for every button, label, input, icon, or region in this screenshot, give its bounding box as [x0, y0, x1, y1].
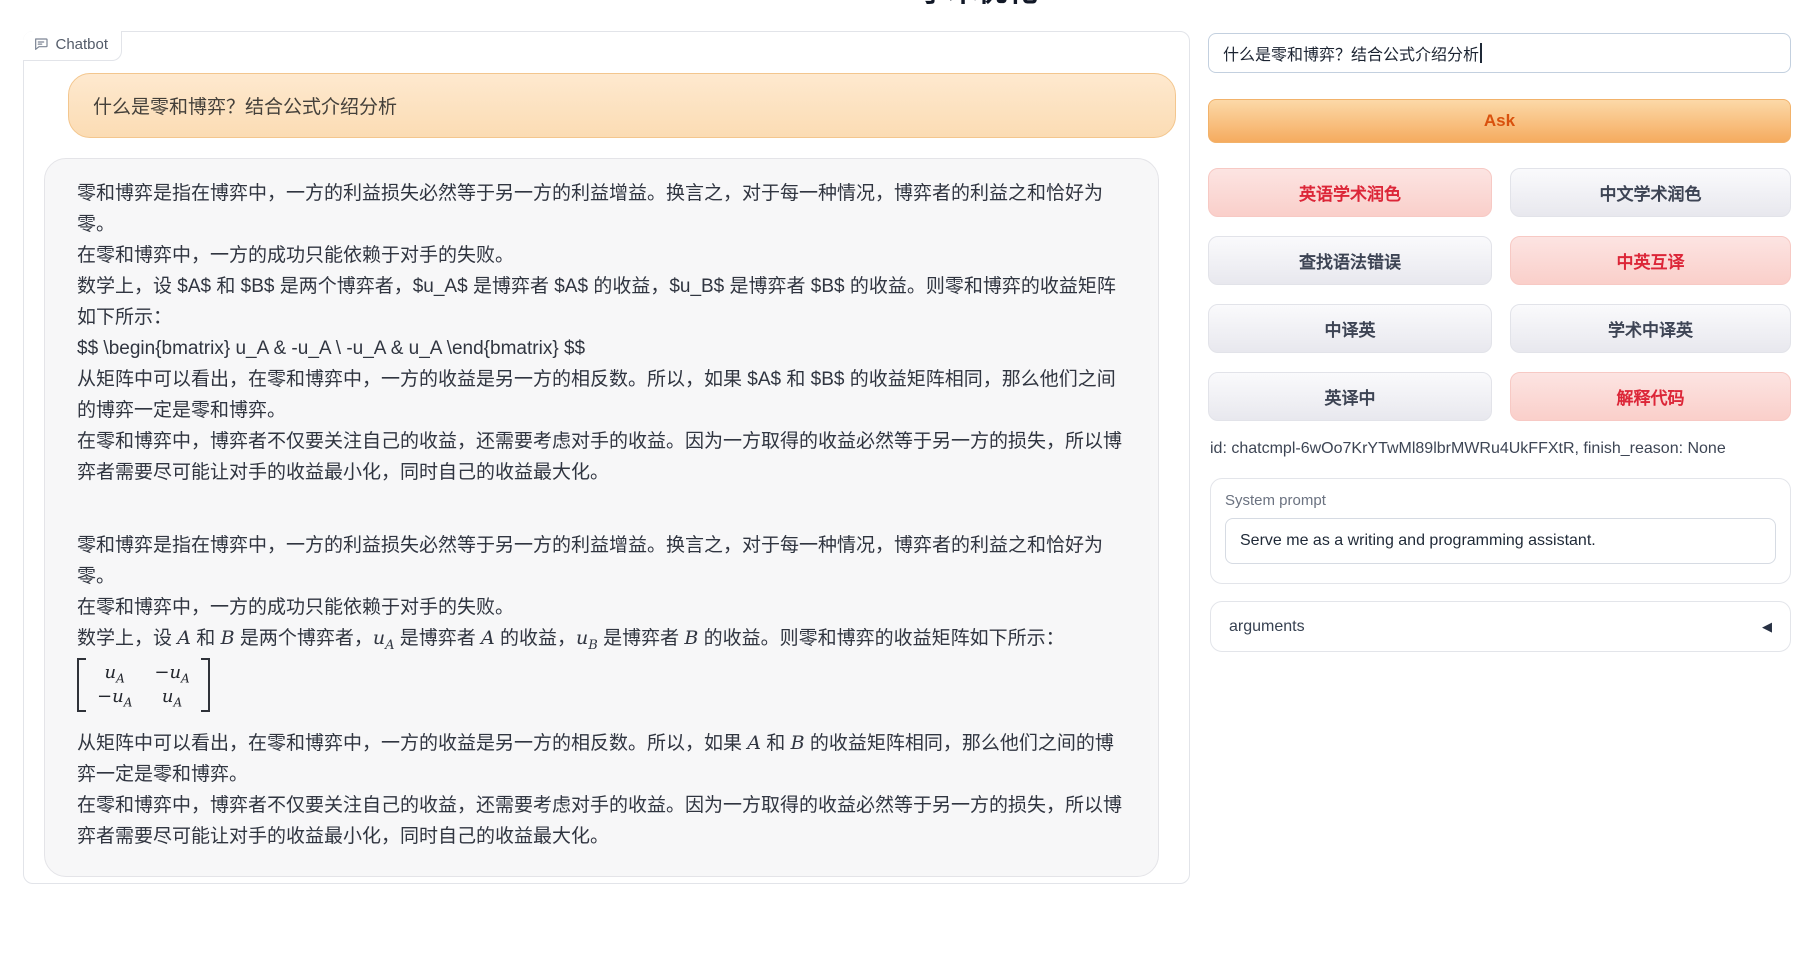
completion-status: id: chatcmpl-6wOo7KrYTwMl89lbrMWRu4UkFFX… — [1210, 440, 1791, 458]
system-prompt-label: System prompt — [1225, 492, 1776, 509]
btn-find-grammar-errors[interactable]: 查找语法错误 — [1208, 236, 1492, 285]
user-message-text: 什么是零和博弈？结合公式介绍分析 — [93, 92, 397, 119]
accordion-label: arguments — [1229, 618, 1305, 636]
bot-raw-markdown: 零和博弈是指在博弈中，一方的利益损失必然等于另一方的利益增益。换言之，对于每一种… — [77, 178, 1128, 488]
arguments-accordion[interactable]: arguments ◀ — [1210, 601, 1791, 652]
question-input-text: 什么是零和博弈？结合公式介绍分析 — [1223, 41, 1479, 65]
btn-explain-code[interactable]: 解释代码 — [1510, 372, 1791, 421]
ask-button[interactable]: Ask — [1208, 99, 1791, 143]
page-title: 学术优化 — [893, 0, 1063, 11]
system-prompt-text: Serve me as a writing and programming as… — [1240, 532, 1596, 550]
chat-bubble-icon — [33, 36, 49, 52]
btn-academic-zh-to-en[interactable]: 学术中译英 — [1510, 304, 1791, 353]
system-prompt-input[interactable]: Serve me as a writing and programming as… — [1225, 518, 1776, 564]
user-message-bubble: 什么是零和博弈？结合公式介绍分析 — [68, 73, 1176, 138]
btn-zh-en-mutual-translation[interactable]: 中英互译 — [1510, 236, 1791, 285]
chatbot-panel[interactable]: Chatbot 什么是零和博弈？结合公式介绍分析 零和博弈是指在博弈中，一方的利… — [23, 31, 1190, 884]
bot-message-bubble: 零和博弈是指在博弈中，一方的利益损失必然等于另一方的利益增益。换言之，对于每一种… — [44, 158, 1159, 877]
bot-rendered-content: 零和博弈是指在博弈中，一方的利益损失必然等于另一方的利益增益。换言之，对于每一种… — [77, 530, 1128, 852]
btn-chinese-academic-polish[interactable]: 中文学术润色 — [1510, 168, 1791, 217]
chatbot-label-text: Chatbot — [56, 36, 109, 53]
btn-en-to-zh[interactable]: 英译中 — [1208, 372, 1492, 421]
caret-left-icon: ◀ — [1762, 619, 1772, 635]
quick-actions-grid: 英语学术润色 中文学术润色 查找语法错误 中英互译 中译英 学术中译英 英译中 … — [1208, 168, 1791, 421]
btn-zh-to-en[interactable]: 中译英 — [1208, 304, 1492, 353]
system-prompt-group: System prompt Serve me as a writing and … — [1210, 478, 1791, 584]
page-title-text: 学术优化 — [893, 0, 1063, 10]
question-input[interactable]: 什么是零和博弈？结合公式介绍分析 — [1208, 33, 1791, 73]
message-gap — [77, 488, 1128, 530]
chatbot-label: Chatbot — [23, 31, 123, 61]
latex-matrix: uA−uA−uAuA — [77, 658, 210, 712]
btn-english-academic-polish[interactable]: 英语学术润色 — [1208, 168, 1492, 217]
text-cursor — [1480, 43, 1482, 63]
